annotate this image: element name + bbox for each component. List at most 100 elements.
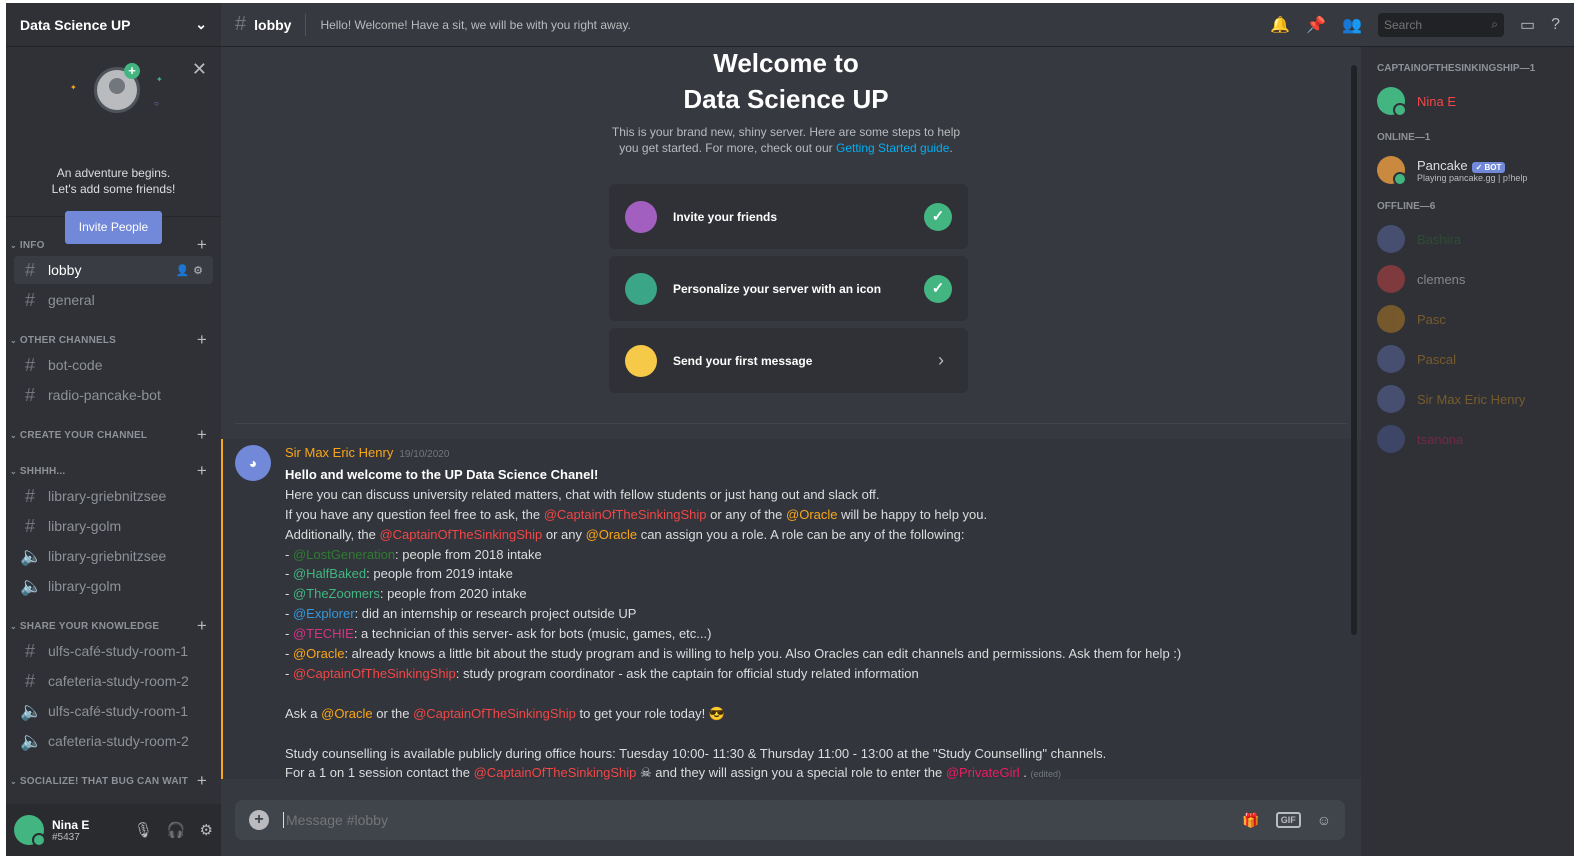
- mention-captain[interactable]: @CaptainOfTheSinkingShip: [474, 765, 637, 780]
- mention-captain[interactable]: @CaptainOfTheSinkingShip: [413, 706, 576, 721]
- mention-explorer[interactable]: @Explorer: [293, 606, 355, 621]
- invite-settings-icons[interactable]: 👤⚙: [175, 264, 207, 277]
- member-name: Sir Max Eric Henry: [1417, 391, 1526, 407]
- task-invite-friends[interactable]: Invite your friends ✓: [609, 184, 968, 249]
- welcome-title-2: Data Science UP: [683, 84, 889, 114]
- member-offline[interactable]: clemens: [1377, 260, 1566, 298]
- mention-half-baked[interactable]: @HalfBaked: [293, 566, 366, 581]
- add-channel-icon[interactable]: +: [197, 771, 207, 791]
- channel-label: library-golm: [48, 578, 122, 594]
- close-icon[interactable]: ✕: [192, 59, 207, 80]
- category-share-your-knowledge[interactable]: ⌄ SHARE YOUR KNOWLEDGE +: [6, 616, 221, 636]
- member-offline[interactable]: Sir Max Eric Henry: [1377, 380, 1566, 418]
- welcome-line-1: An adventure begins.: [56, 166, 171, 180]
- member-offline[interactable]: Pasc: [1377, 300, 1566, 338]
- category-create-your-channel[interactable]: ⌄ CREATE YOUR CHANNEL +: [6, 425, 221, 445]
- hash-icon: #: [24, 515, 35, 536]
- channel-library-golm[interactable]: # library-golm: [14, 512, 213, 540]
- voice-ulfs-cafe-study-room-1[interactable]: 🔈 ulfs-café-study-room-1: [14, 697, 213, 725]
- member-pancake[interactable]: Pancake ✓ BOT Playing pancake.gg | p!help: [1377, 151, 1566, 189]
- add-attachment-icon[interactable]: +: [249, 810, 269, 830]
- channel-ulfs-cafe-study-room-1[interactable]: # ulfs-café-study-room-1: [14, 637, 213, 665]
- emoji-icon[interactable]: ☺: [1317, 812, 1331, 828]
- sparkle-icon: ✦: [156, 75, 163, 84]
- gif-icon[interactable]: GIF: [1275, 812, 1301, 828]
- members-icon[interactable]: 👥: [1342, 15, 1362, 35]
- message-input[interactable]: [283, 812, 1243, 828]
- channel-title: lobby: [254, 16, 292, 33]
- channel-cafeteria-study-room-2[interactable]: # cafeteria-study-room-2: [14, 667, 213, 695]
- help-icon[interactable]: ?: [1551, 16, 1560, 34]
- gear-icon[interactable]: ⚙: [200, 821, 213, 839]
- channel-radio-pancake-bot[interactable]: # radio-pancake-bot: [14, 381, 213, 409]
- category-label: SOCIALIZE! THAT BUG CAN WAIT: [19, 775, 189, 787]
- message-line: If you have any question feel free to as…: [285, 506, 988, 522]
- category-other-channels[interactable]: ⌄ OTHER CHANNELS +: [6, 330, 221, 350]
- welcome-title-1: Welcome to: [713, 48, 859, 78]
- headphones-icon[interactable]: 🎧: [167, 821, 186, 839]
- mention-captain[interactable]: @CaptainOfTheSinkingShip: [293, 666, 456, 681]
- chevron-down-icon[interactable]: ⌄: [195, 16, 207, 33]
- mention-techie[interactable]: @TECHIE: [293, 626, 354, 641]
- chevron-down-icon: ⌄: [10, 335, 17, 345]
- category-shhhh[interactable]: ⌄ SHHHH... +: [6, 461, 221, 481]
- speaker-icon: 🔈: [20, 730, 43, 751]
- add-channel-icon[interactable]: +: [197, 330, 207, 350]
- avatar[interactable]: [14, 815, 46, 847]
- channel-label: lobby: [48, 262, 82, 278]
- mention-captain[interactable]: @CaptainOfTheSinkingShip: [544, 507, 707, 522]
- gift-icon[interactable]: 🎁: [1242, 812, 1259, 829]
- server-header[interactable]: Data Science UP ⌄: [6, 3, 221, 47]
- category-socialize[interactable]: ⌄ SOCIALIZE! THAT BUG CAN WAIT +: [6, 771, 221, 791]
- message-line: Study counselling is available publicly …: [285, 745, 1107, 761]
- mention-oracle[interactable]: @Oracle: [321, 706, 373, 721]
- channel-general[interactable]: # general: [14, 286, 213, 314]
- add-channel-icon[interactable]: +: [197, 461, 207, 481]
- mention-lost-generation[interactable]: @LostGeneration: [293, 547, 395, 562]
- getting-started-link[interactable]: Getting Started guide: [836, 141, 949, 155]
- channel-library-griebnitzsee[interactable]: # library-griebnitzsee: [14, 482, 213, 510]
- mention-private-girl[interactable]: @PrivateGirl: [946, 765, 1020, 780]
- mention-captain[interactable]: @CaptainOfTheSinkingShip: [379, 527, 542, 542]
- mention-oracle[interactable]: @Oracle: [586, 527, 638, 542]
- discord-app: Data Science UP ⌄ ✕ + ✦ ✦ ○ An adventure…: [6, 3, 1574, 856]
- add-channel-icon[interactable]: +: [197, 425, 207, 445]
- member-offline[interactable]: Pascal: [1377, 340, 1566, 378]
- task-personalize-icon[interactable]: Personalize your server with an icon ✓: [609, 256, 968, 321]
- mention-oracle[interactable]: @Oracle: [293, 646, 345, 661]
- channel-topic[interactable]: Hello! Welcome! Have a sit, we will be w…: [320, 18, 630, 32]
- member-offline[interactable]: Bashira: [1377, 220, 1566, 258]
- chevron-down-icon: ⌄: [10, 776, 17, 786]
- mention-oracle[interactable]: @Oracle: [786, 507, 838, 522]
- add-channel-icon[interactable]: +: [197, 235, 207, 255]
- discord-logo-avatar[interactable]: ◕: [235, 445, 271, 481]
- category-label: OTHER CHANNELS: [19, 334, 117, 346]
- voice-library-griebnitzsee[interactable]: 🔈 library-griebnitzsee: [14, 542, 213, 570]
- task-send-first-message[interactable]: Send your first message ›: [609, 328, 968, 393]
- microphone-icon[interactable]: 🎙: [134, 821, 153, 839]
- message-line: - @LostGeneration: people from 2018 inta…: [285, 546, 542, 562]
- member-name: Nina E: [1417, 93, 1457, 109]
- mention-the-zoomers[interactable]: @TheZoomers: [293, 586, 380, 601]
- scrollbar[interactable]: [1351, 65, 1357, 635]
- message-composer: + 🎁 GIF ☺: [235, 800, 1345, 840]
- member-nina[interactable]: Nina E: [1377, 82, 1566, 120]
- channel-label: general: [48, 292, 95, 308]
- chevron-down-icon: ⌄: [10, 430, 17, 440]
- channel-list: ✕ + ✦ ✦ ○ An adventure begins. Let's add…: [6, 47, 221, 804]
- channel-bot-code[interactable]: # bot-code: [14, 351, 213, 379]
- search-input[interactable]: [1377, 12, 1504, 37]
- message-author[interactable]: Sir Max Eric Henry: [285, 445, 393, 460]
- member-offline[interactable]: tsanona: [1377, 420, 1566, 458]
- channel-lobby[interactable]: # lobby 👤⚙: [14, 256, 213, 284]
- inbox-icon[interactable]: ▭: [1520, 15, 1535, 35]
- channel-label: bot-code: [48, 357, 103, 373]
- checkmark-icon: ✓: [924, 202, 952, 231]
- voice-cafeteria-study-room-2[interactable]: 🔈 cafeteria-study-room-2: [14, 727, 213, 755]
- message-line: - @TECHIE: a technician of this server- …: [285, 626, 712, 642]
- pin-icon[interactable]: 📌: [1306, 15, 1326, 35]
- invite-people-button[interactable]: Invite People: [65, 211, 162, 244]
- voice-library-golm[interactable]: 🔈 library-golm: [14, 572, 213, 600]
- bell-icon[interactable]: 🔔: [1270, 15, 1290, 35]
- add-channel-icon[interactable]: +: [197, 616, 207, 636]
